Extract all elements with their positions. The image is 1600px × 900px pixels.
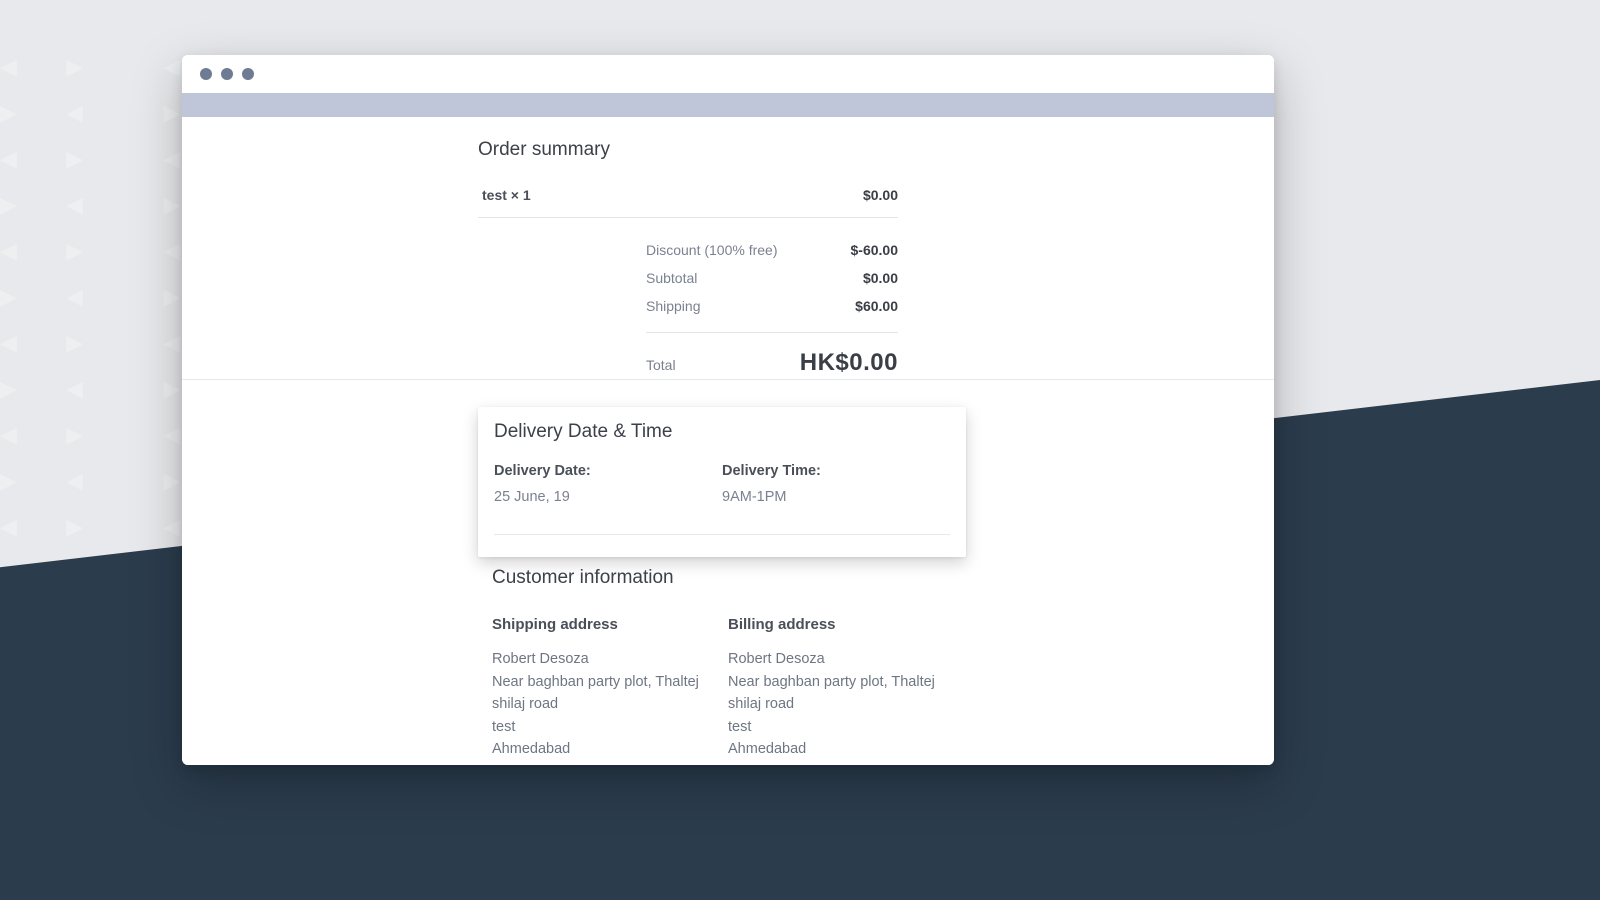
customer-info-heading: Customer information [492,567,1132,589]
shipping-region: Hong Kong Island Hong Kong SAR [492,761,724,765]
traffic-light-zoom-icon[interactable] [242,68,254,80]
delivery-date-label: Delivery Date: [494,463,722,479]
shipping-extra: test [492,716,724,738]
delivery-card: Delivery Date & Time Delivery Date: 25 J… [478,407,966,557]
shipping-name: Robert Desoza [492,648,724,670]
delivery-time-value: 9AM-1PM [722,489,950,505]
shipping-address-heading: Shipping address [492,613,724,636]
billing-address-heading: Billing address [728,613,960,636]
line-item-name: test × 1 [478,187,531,203]
billing-region: Hong Kong Island Hong Kong SAR [728,761,960,765]
delivery-date-value: 25 June, 19 [494,489,722,505]
delivery-heading: Delivery Date & Time [494,421,950,443]
traffic-light-close-icon[interactable] [200,68,212,80]
window-header-band [182,93,1274,117]
discount-value: $-60.00 [851,242,898,258]
address-columns: Shipping address Robert Desoza Near bagh… [492,613,1132,765]
totals-divider [646,332,898,333]
shipping-value: $60.00 [855,298,898,314]
browser-window: Order summary test × 1 $0.00 Discount (1… [182,55,1274,765]
grand-total-value: HK$0.00 [800,349,898,377]
section-divider [182,379,1274,380]
shipping-city: Ahmedabad [492,738,724,760]
discount-row: Discount (100% free) $-60.00 [646,236,898,264]
totals-block: Discount (100% free) $-60.00 Subtotal $0… [646,236,898,383]
grand-total-row: Total HK$0.00 [646,343,898,383]
shipping-address-column: Shipping address Robert Desoza Near bagh… [492,613,724,765]
billing-address-column: Billing address Robert Desoza Near baghb… [728,613,960,765]
billing-name: Robert Desoza [728,648,960,670]
subtotal-label: Subtotal [646,270,697,286]
customer-info-section: Customer information Shipping address Ro… [492,567,1132,765]
delivery-time-column: Delivery Time: 9AM-1PM [722,463,950,505]
discount-label: Discount (100% free) [646,242,778,258]
billing-city: Ahmedabad [728,738,960,760]
shipping-street: Near baghban party plot, Thaltej shilaj … [492,671,724,716]
delivery-card-divider [494,534,950,535]
delivery-columns: Delivery Date: 25 June, 19 Delivery Time… [494,463,950,505]
traffic-light-minimize-icon[interactable] [221,68,233,80]
subtotal-value: $0.00 [863,270,898,286]
window-titlebar [182,55,1274,93]
order-summary-heading: Order summary [478,139,898,161]
delivery-time-label: Delivery Time: [722,463,950,479]
grand-total-label: Total [646,357,676,373]
billing-extra: test [728,716,960,738]
subtotal-row: Subtotal $0.00 [646,264,898,292]
shipping-row: Shipping $60.00 [646,292,898,320]
shipping-label: Shipping [646,298,701,314]
order-summary-section: Order summary test × 1 $0.00 Discount (1… [478,139,898,383]
billing-street: Near baghban party plot, Thaltej shilaj … [728,671,960,716]
line-item-price: $0.00 [863,187,898,203]
delivery-date-column: Delivery Date: 25 June, 19 [494,463,722,505]
line-item-row: test × 1 $0.00 [478,183,898,218]
window-body: Order summary test × 1 $0.00 Discount (1… [182,117,1274,765]
